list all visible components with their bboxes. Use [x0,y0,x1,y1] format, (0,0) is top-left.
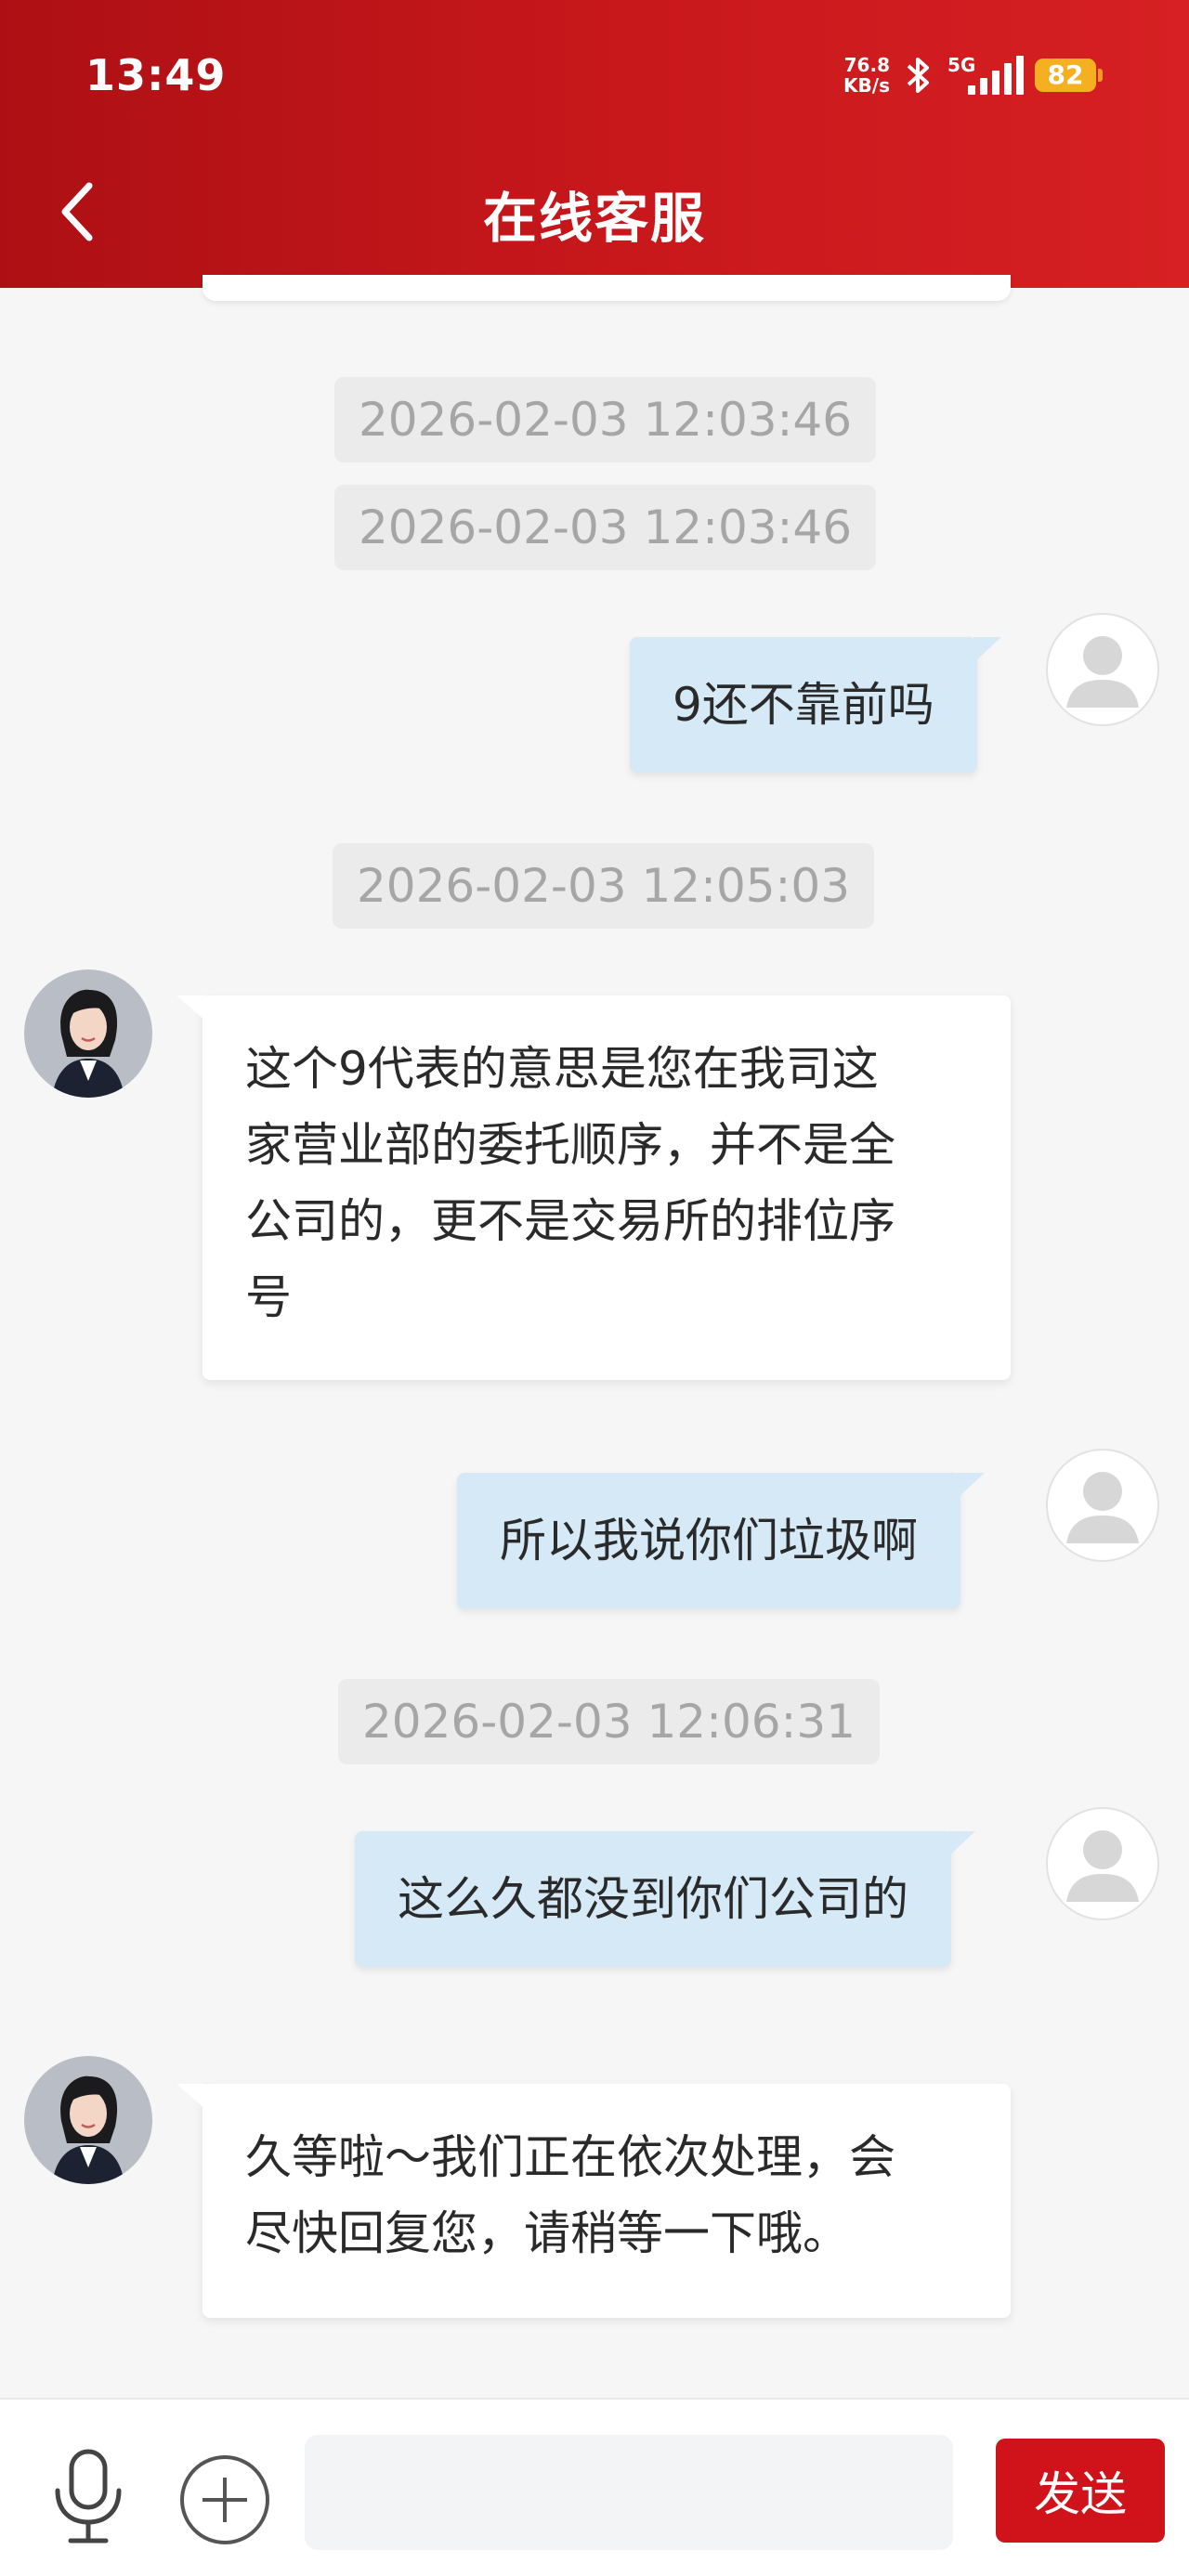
user-message-bubble[interactable]: 9还不靠前吗 [630,637,1001,773]
message-line: 家营业部的委托顺序，并不是全 [245,1118,895,1172]
message-line: 号 [245,1270,292,1324]
agent-avatar[interactable] [24,969,152,1098]
microphone-icon[interactable] [46,2446,130,2548]
message-line: 久等啦～我们正在依次处理，会 [245,2130,895,2184]
agent-avatar[interactable] [24,2056,152,2184]
message-timestamp: 2026-02-03 12:03:46 [334,377,877,462]
agent-message-bubble[interactable]: 这个9代表的意思是您在我司这 家营业部的委托顺序，并不是全 公司的，更不是交易所… [176,995,1011,1380]
message-input[interactable] [305,2435,953,2550]
agent-message-bubble[interactable]: 久等啦～我们正在依次处理，会 尽快回复您，请稍等一下哦。 [176,2084,1011,2318]
default-user-avatar-icon [1066,1830,1139,1902]
input-bar: 发送 [0,2398,1189,2576]
status-icons: 76.8 KB/s 5G 82 [843,52,1103,98]
status-time: 13:49 [85,50,227,100]
default-user-avatar-icon [1066,1472,1139,1543]
user-message-bubble[interactable]: 这么久都没到你们公司的 [355,1831,975,1967]
page-title: 在线客服 [482,187,706,250]
agent-avatar-photo [24,2056,152,2184]
bluetooth-icon [907,58,929,93]
message-timestamp: 2026-02-03 12:03:46 [334,485,877,570]
message-line: 这个9代表的意思是您在我司这 [245,1042,879,1096]
user-avatar[interactable] [1046,1449,1159,1562]
message-line: 公司的，更不是交易所的排位序 [245,1194,895,1248]
user-avatar[interactable] [1046,613,1159,726]
network-speed: 76.8 KB/s [843,54,890,97]
message-line: 尽快回复您，请稍等一下哦。 [245,2206,849,2260]
default-user-avatar-icon [1066,636,1139,708]
plus-circle-icon[interactable] [178,2453,271,2546]
message-timestamp: 2026-02-03 12:05:03 [333,843,875,929]
battery-icon: 82 [1035,59,1103,92]
user-avatar[interactable] [1046,1807,1159,1920]
previous-message-bubble [203,275,1011,301]
send-button[interactable]: 发送 [996,2439,1165,2543]
header: 13:49 76.8 KB/s 5G 82 在线客服 [0,0,1189,288]
signal-icon: 5G [947,54,1024,97]
user-message-bubble[interactable]: 所以我说你们垃圾啊 [457,1473,985,1608]
message-timestamp: 2026-02-03 12:06:31 [338,1679,881,1764]
agent-avatar-photo [24,969,152,1098]
